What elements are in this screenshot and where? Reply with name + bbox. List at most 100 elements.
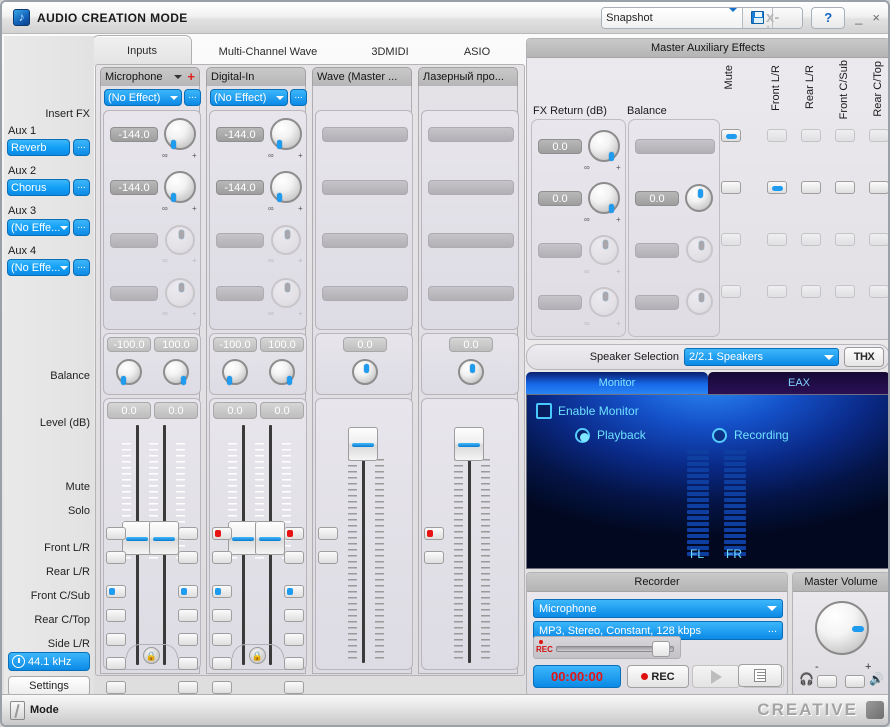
aux-send-1-knob[interactable] — [164, 118, 196, 150]
aux-1-options-button[interactable]: ... — [73, 139, 90, 156]
route-rear-ctop-right[interactable] — [178, 657, 198, 670]
balance-knob[interactable] — [458, 359, 484, 385]
level-right-value[interactable]: 0.0 — [260, 402, 304, 419]
settings-button[interactable]: Settings — [8, 676, 90, 696]
aux-send-1-knob[interactable] — [270, 118, 302, 150]
route-rear-ctop-left[interactable] — [212, 657, 232, 670]
recorder-format-options-icon[interactable]: ... — [768, 623, 777, 639]
recording-radio[interactable] — [712, 428, 727, 443]
route-front-csub-right[interactable] — [178, 633, 198, 646]
route-front-lr-left[interactable] — [106, 585, 126, 598]
aux-send-2-value[interactable]: -144.0 — [110, 180, 158, 195]
resize-grip[interactable] — [866, 701, 884, 719]
tab-3dmidi[interactable]: 3DMIDI — [344, 38, 436, 66]
route-side-lr-left[interactable] — [106, 681, 126, 694]
aux-3-effect-select[interactable]: (No Effe... — [7, 219, 70, 236]
fx-return-2-value[interactable]: 0.0 — [538, 191, 582, 206]
route-side-lr-left[interactable] — [212, 681, 232, 694]
playback-radio[interactable] — [575, 428, 590, 443]
balance-knob[interactable] — [352, 359, 378, 385]
route-rear-lr-right[interactable] — [178, 609, 198, 622]
fader-left[interactable] — [122, 521, 152, 555]
tab-multi-channel-wave[interactable]: Multi-Channel Wave — [193, 38, 343, 66]
playlist-button[interactable] — [738, 664, 782, 687]
solo-button-left[interactable] — [106, 551, 126, 564]
solo-button-left[interactable] — [212, 551, 232, 564]
balance-right-value[interactable]: 100.0 — [260, 337, 304, 352]
route-side-lr-right[interactable] — [178, 681, 198, 694]
add-icon[interactable]: + — [187, 70, 195, 83]
stereo-lock-icon[interactable] — [143, 647, 160, 664]
recorder-source-select[interactable]: Microphone — [533, 599, 783, 618]
rec-level-slider[interactable]: REC — [533, 636, 681, 659]
route-front-csub-left[interactable] — [106, 633, 126, 646]
level-left-value[interactable]: 0.0 — [213, 402, 257, 419]
route-rear-ctop-left[interactable] — [106, 657, 126, 670]
master-route-2-front-lr[interactable] — [767, 181, 787, 194]
route-front-csub-right[interactable] — [284, 633, 304, 646]
mute-button-right[interactable] — [284, 527, 304, 540]
channel-header-laser[interactable]: Лазерный про... — [418, 67, 518, 86]
mute-button-left[interactable] — [106, 527, 126, 540]
stereo-lock-icon[interactable] — [249, 647, 266, 664]
route-front-lr-right[interactable] — [284, 585, 304, 598]
speaker-selection-select[interactable]: 2/2.1 Speakers — [684, 348, 839, 366]
rec-level-handle[interactable] — [652, 641, 670, 657]
channel-effect-select[interactable]: (No Effect) — [104, 89, 182, 106]
route-rear-ctop-right[interactable] — [284, 657, 304, 670]
master-mute-2[interactable] — [721, 181, 741, 194]
close-button[interactable]: × — [872, 10, 880, 25]
route-front-lr-left[interactable] — [212, 585, 232, 598]
solo-button[interactable] — [424, 551, 444, 564]
record-button[interactable]: REC — [627, 665, 689, 688]
aux-send-2-knob[interactable] — [164, 171, 196, 203]
mute-button-left[interactable] — [212, 527, 232, 540]
master-route-2-rear-ctop[interactable] — [869, 181, 888, 194]
channel-header-wave-master[interactable]: Wave (Master ... — [312, 67, 412, 86]
master-route-2-front-csub[interactable] — [835, 181, 855, 194]
speaker-toggle[interactable] — [845, 675, 865, 688]
aux-4-effect-select[interactable]: (No Effe... — [7, 259, 70, 276]
solo-button[interactable] — [318, 551, 338, 564]
sample-rate-button[interactable]: 44.1 kHz — [8, 652, 90, 671]
level-left-value[interactable]: 0.0 — [107, 402, 151, 419]
balance-left-value[interactable]: -100.0 — [213, 337, 257, 352]
channel-header-microphone[interactable]: Microphone + — [100, 67, 200, 86]
balance-right-knob[interactable] — [269, 359, 295, 385]
mute-button[interactable] — [424, 527, 444, 540]
level-right-value[interactable]: 0.0 — [154, 402, 198, 419]
master-balance-2-knob[interactable] — [685, 184, 713, 212]
channel-effect-options-button[interactable]: ... — [290, 89, 307, 106]
balance-left-knob[interactable] — [222, 359, 248, 385]
aux-2-effect-select[interactable]: Chorus — [7, 179, 70, 196]
tab-inputs[interactable]: Inputs — [92, 35, 192, 66]
channel-effect-select[interactable]: (No Effect) — [210, 89, 288, 106]
aux-1-effect-select[interactable]: Reverb — [7, 139, 70, 156]
fader[interactable] — [454, 427, 484, 461]
route-rear-lr-left[interactable] — [212, 609, 232, 622]
enable-monitor-checkbox[interactable] — [536, 403, 552, 419]
route-side-lr-right[interactable] — [284, 681, 304, 694]
minimize-button[interactable]: _ — [855, 10, 862, 25]
delete-snapshot-button[interactable]: close-x-icon — [766, 7, 803, 28]
fader[interactable] — [348, 427, 378, 461]
master-balance-2-value[interactable]: 0.0 — [635, 191, 679, 206]
balance-right-knob[interactable] — [163, 359, 189, 385]
tab-monitor[interactable]: Monitor — [526, 372, 708, 394]
fader-right[interactable] — [149, 521, 179, 555]
channel-effect-options-button[interactable]: ... — [184, 89, 201, 106]
master-mute-1[interactable] — [721, 129, 741, 142]
tab-asio[interactable]: ASIO — [437, 38, 517, 66]
fader-right[interactable] — [255, 521, 285, 555]
solo-button-right[interactable] — [178, 551, 198, 564]
route-front-lr-right[interactable] — [178, 585, 198, 598]
aux-send-2-value[interactable]: -144.0 — [216, 180, 264, 195]
route-front-csub-left[interactable] — [212, 633, 232, 646]
mode-label[interactable]: Mode — [30, 704, 59, 716]
aux-3-options-button[interactable]: ... — [73, 219, 90, 236]
mute-button[interactable] — [318, 527, 338, 540]
aux-4-options-button[interactable]: ... — [73, 259, 90, 276]
balance-right-value[interactable]: 100.0 — [154, 337, 198, 352]
solo-button-right[interactable] — [284, 551, 304, 564]
balance-left-knob[interactable] — [116, 359, 142, 385]
